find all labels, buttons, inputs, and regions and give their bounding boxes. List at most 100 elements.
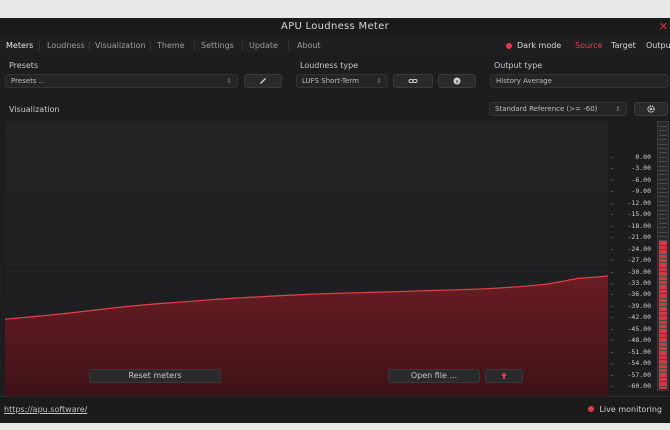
close-icon[interactable]: ✕ — [659, 20, 668, 33]
level-meter-tick — [659, 244, 667, 246]
menu-about[interactable]: About — [291, 39, 327, 53]
info-button[interactable] — [438, 74, 476, 88]
level-meter-tick — [659, 368, 667, 369]
level-meter-tick — [659, 196, 667, 198]
level-meter-tick — [659, 161, 667, 163]
level-meter-tick — [659, 262, 667, 264]
website-link[interactable]: https://apu.software/ — [4, 405, 87, 414]
menu-update[interactable]: Update — [243, 39, 284, 53]
loudness-point — [335, 292, 338, 295]
loudness-point — [275, 295, 278, 297]
level-meter-tick — [659, 346, 667, 347]
visualization-label: Visualization — [9, 105, 60, 114]
window-title: APU Loudness Meter — [280, 21, 390, 32]
output-type-label: Output type — [494, 61, 543, 70]
level-meter-tick — [659, 266, 667, 268]
scale-tick-label: -42.00 — [627, 313, 651, 322]
reset-meters-button[interactable]: Reset meters — [89, 369, 221, 383]
presets-select[interactable]: Presets .. ⇕ — [5, 74, 238, 88]
scale-tick-label: -36.00 — [627, 290, 651, 299]
link-button[interactable] — [393, 74, 433, 88]
level-meter-tick — [659, 240, 667, 242]
level-meter-tick — [659, 143, 667, 145]
loudness-point — [34, 315, 36, 318]
live-indicator-icon — [588, 406, 595, 412]
scale-tick-label: -15.00 — [627, 210, 651, 219]
scale-tick-label: -3.00 — [631, 164, 651, 173]
loudness-point — [215, 298, 217, 301]
gear-icon — [647, 105, 655, 113]
level-meter-tick — [659, 324, 667, 325]
level-meter-tick — [659, 275, 667, 277]
chevron-updown-icon: ⇕ — [615, 105, 621, 113]
level-meter-tick — [659, 350, 667, 352]
reference-value: Standard Reference (>= -60) — [495, 105, 598, 113]
level-meter-tick — [659, 341, 667, 343]
live-monitoring-label: Live monitoring — [599, 405, 662, 414]
scale-tick-label: -9.00 — [631, 187, 651, 196]
level-meter-tick — [659, 231, 667, 233]
edit-preset-button[interactable] — [244, 74, 282, 88]
level-meter-tick — [659, 200, 667, 202]
menu-loudness[interactable]: Loudness — [41, 39, 91, 53]
level-meter-tick — [659, 214, 667, 215]
export-button[interactable] — [485, 369, 523, 383]
open-file-button[interactable]: Open file ... — [388, 369, 480, 383]
target-toggle[interactable]: Target — [611, 39, 636, 53]
loudness-point — [94, 309, 97, 311]
live-monitoring-toggle[interactable]: Live monitoring — [588, 405, 662, 414]
level-meter-tick — [659, 385, 667, 387]
loudness-point — [124, 305, 127, 308]
scale-tick-label: -33.00 — [627, 278, 651, 287]
loudness-type-select[interactable]: LUFS Short-Term ⇕ — [296, 74, 388, 88]
presets-label: Presets — [9, 61, 39, 70]
visualization-settings-button[interactable] — [634, 102, 668, 116]
level-meter-tick — [659, 280, 667, 281]
level-meter-tick — [659, 315, 667, 317]
loudness-point — [366, 291, 368, 294]
level-meter-tick — [659, 354, 667, 356]
loudness-point — [577, 277, 579, 280]
app-window: APU Loudness Meter ✕ Meters Loudness Vis… — [0, 18, 670, 423]
menu-theme[interactable]: Theme — [151, 39, 191, 53]
menu-visualization[interactable]: Visualization — [89, 39, 152, 53]
menu-settings[interactable]: Settings — [195, 39, 240, 53]
level-meter-tick — [659, 139, 667, 141]
chevron-updown-icon: ⇕ — [376, 77, 382, 85]
level-meter-tick — [659, 381, 667, 383]
scale-tick-label: -24.00 — [627, 244, 651, 253]
level-meter-tick — [659, 218, 667, 220]
level-meter-tick — [659, 130, 667, 132]
upload-icon — [501, 372, 507, 379]
level-meter-tick — [659, 148, 667, 149]
output-type-select[interactable]: History Average — [490, 74, 668, 88]
level-meter-tick — [659, 227, 667, 229]
level-meter-tick — [659, 152, 667, 154]
source-toggle[interactable]: Source — [575, 39, 602, 53]
menu-meters[interactable]: Meters — [0, 39, 39, 53]
level-meter-tick — [659, 297, 667, 299]
loudness-point — [516, 285, 519, 288]
level-meter-tick — [659, 187, 667, 189]
level-meter-tick — [659, 126, 667, 127]
level-meter-tick — [659, 284, 667, 286]
level-meter-tick — [659, 183, 667, 185]
info-icon — [453, 77, 461, 85]
level-meter-tick — [659, 337, 667, 339]
reference-select[interactable]: Standard Reference (>= -60) ⇕ — [489, 102, 627, 116]
output-toggle[interactable]: Output — [646, 39, 670, 53]
output-type-value: History Average — [496, 77, 552, 85]
loudness-point — [486, 287, 489, 290]
level-meter-tick — [659, 205, 667, 207]
level-meter-tick — [659, 236, 667, 237]
dark-mode-toggle[interactable]: Dark mode — [517, 39, 561, 53]
level-meter-tick — [659, 222, 667, 224]
link-icon — [408, 79, 418, 83]
level-meter-tick — [659, 359, 667, 361]
level-meter-tick — [659, 271, 667, 273]
level-meter-tick — [659, 306, 667, 308]
level-meter-tick — [659, 192, 667, 193]
dark-mode-indicator-icon[interactable] — [506, 43, 512, 49]
level-meter-tick — [659, 288, 667, 290]
level-meter-tick — [659, 174, 667, 176]
